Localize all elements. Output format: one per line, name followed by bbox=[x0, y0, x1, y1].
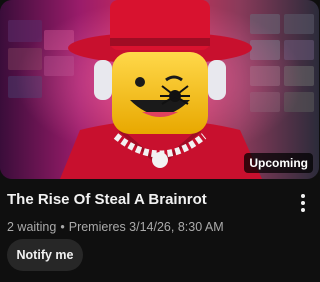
video-thumbnail[interactable]: Upcoming bbox=[0, 0, 319, 179]
meta-separator: • bbox=[60, 220, 65, 234]
notify-me-button[interactable]: Notify me bbox=[7, 239, 83, 271]
video-title[interactable]: The Rise Of Steal A Brainrot bbox=[7, 190, 287, 210]
waiting-count: 2 waiting bbox=[7, 220, 57, 234]
upcoming-badge: Upcoming bbox=[244, 153, 313, 173]
premiere-time: Premieres 3/14/26, 8:30 AM bbox=[68, 220, 224, 234]
video-metadata: 2 waiting • Premieres 3/14/26, 8:30 AM bbox=[7, 218, 224, 236]
video-card: Upcoming The Rise Of Steal A Brainrot 2 … bbox=[0, 0, 319, 282]
vertical-ellipsis-icon[interactable] bbox=[295, 192, 311, 214]
menu-dot bbox=[301, 194, 305, 198]
menu-dot bbox=[301, 208, 305, 212]
menu-dot bbox=[301, 201, 305, 205]
